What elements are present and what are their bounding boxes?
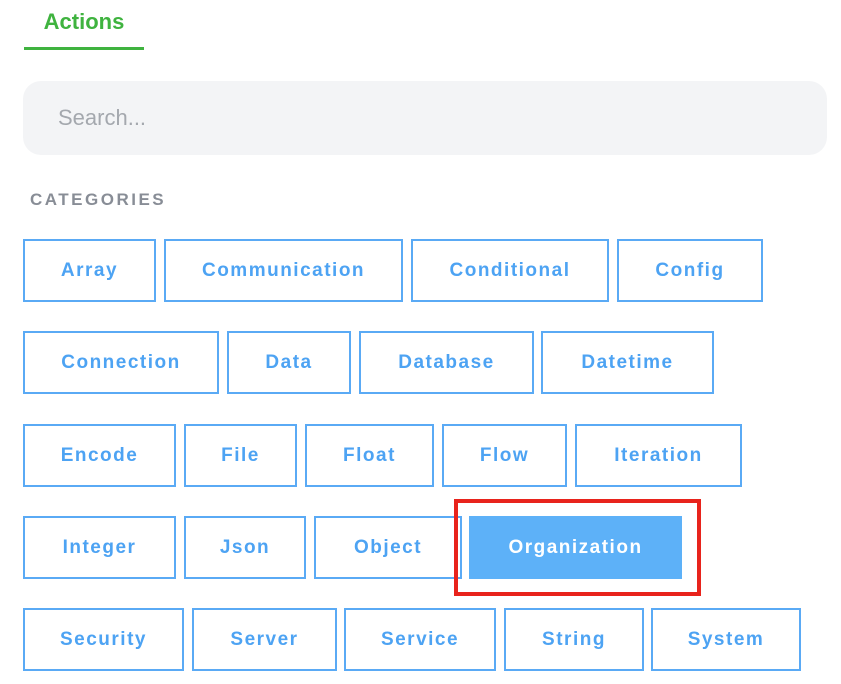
- search-input[interactable]: [23, 81, 827, 155]
- category-config-button[interactable]: Config: [617, 239, 763, 302]
- category-object-button[interactable]: Object: [314, 516, 462, 579]
- category-system-button[interactable]: System: [651, 608, 801, 671]
- category-file-button[interactable]: File: [184, 424, 297, 487]
- category-integer-button[interactable]: Integer: [23, 516, 176, 579]
- category-flow-button[interactable]: Flow: [442, 424, 567, 487]
- category-connection-button[interactable]: Connection: [23, 331, 219, 394]
- category-organization-button[interactable]: Organization: [469, 516, 682, 579]
- category-datetime-button[interactable]: Datetime: [541, 331, 714, 394]
- category-service-button[interactable]: Service: [344, 608, 496, 671]
- category-communication-button[interactable]: Communication: [164, 239, 403, 302]
- category-database-button[interactable]: Database: [359, 331, 534, 394]
- category-iteration-button[interactable]: Iteration: [575, 424, 742, 487]
- category-server-button[interactable]: Server: [192, 608, 337, 671]
- category-data-button[interactable]: Data: [227, 331, 351, 394]
- tab-actions[interactable]: Actions: [24, 0, 144, 50]
- category-conditional-button[interactable]: Conditional: [411, 239, 609, 302]
- category-security-button[interactable]: Security: [23, 608, 184, 671]
- category-float-button[interactable]: Float: [305, 424, 434, 487]
- category-string-button[interactable]: String: [504, 608, 644, 671]
- category-json-button[interactable]: Json: [184, 516, 306, 579]
- category-array-button[interactable]: Array: [23, 239, 156, 302]
- category-encode-button[interactable]: Encode: [23, 424, 176, 487]
- categories-heading: CATEGORIES: [30, 190, 167, 209]
